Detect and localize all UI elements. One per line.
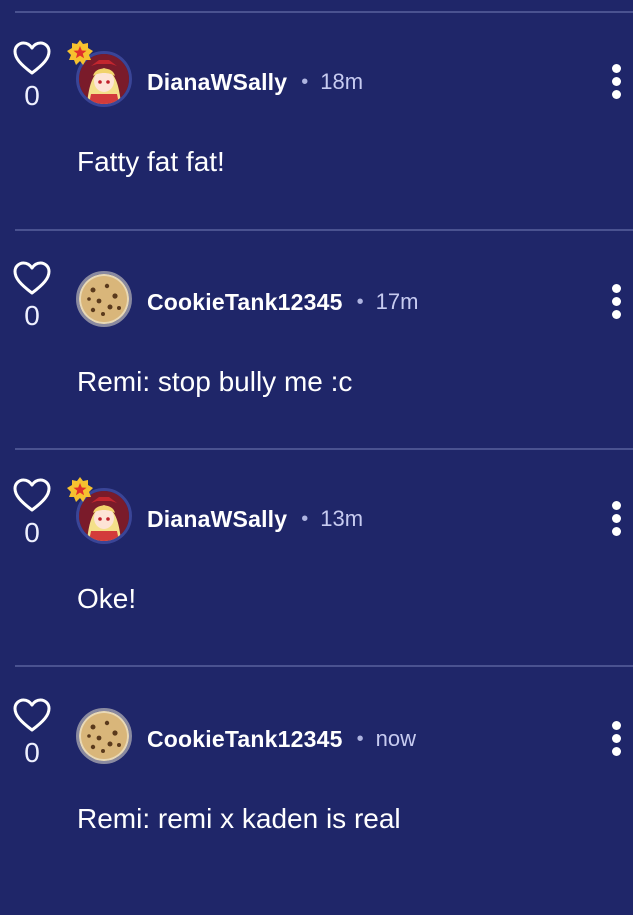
comment-item: 0 DianaWSally • 13m Oke! [0,477,633,695]
heart-icon[interactable] [12,40,52,76]
like-control[interactable]: 0 [12,260,52,336]
avatar[interactable] [76,271,132,327]
avatar[interactable] [76,708,132,764]
star-badge-icon [67,477,93,502]
comment-meta: DianaWSally • 18m [147,68,363,96]
comment-meta: CookieTank12345 • now [147,725,416,753]
like-control[interactable]: 0 [12,477,52,553]
comment-text: Remi: remi x kaden is real [77,803,401,834]
heart-icon[interactable] [12,697,52,733]
comment-text: Remi: stop bully me :c [77,366,353,397]
separator-dot: • [301,507,309,530]
comment-text: Oke! [77,583,137,614]
separator-dot: • [356,290,364,313]
star-badge-icon [67,40,93,65]
username[interactable]: DianaWSally [147,506,287,533]
more-options-icon[interactable] [609,284,623,322]
username[interactable]: CookieTank12345 [147,289,343,316]
timestamp: 17m [375,289,419,314]
comment-item: 0 CookieTank12345 • now Remi: remi x kad… [0,697,633,915]
username[interactable]: CookieTank12345 [147,726,343,753]
comment-meta: DianaWSally • 13m [147,505,363,533]
like-count: 0 [24,300,40,331]
divider [15,448,633,450]
avatar[interactable] [67,477,132,544]
avatar[interactable] [67,40,132,107]
comment-item: 0 CookieTank12345 • 17m Remi: stop bully… [0,260,633,478]
separator-dot: • [356,727,364,750]
divider [15,229,633,231]
comment-text: Fatty fat fat! [77,146,225,177]
cookie-avatar-icon [79,274,129,324]
like-count: 0 [24,80,40,111]
heart-icon[interactable] [12,260,52,296]
divider [15,665,633,667]
like-control[interactable]: 0 [12,40,52,116]
heart-icon[interactable] [12,477,52,513]
more-options-icon[interactable] [609,721,623,759]
username[interactable]: DianaWSally [147,69,287,96]
like-count: 0 [24,737,40,768]
timestamp: 13m [320,506,364,531]
comment-item: 0 DianaWSally • 18m Fatty fat fat! [0,40,633,258]
timestamp: 18m [320,69,364,94]
more-options-icon[interactable] [609,501,623,539]
comment-meta: CookieTank12345 • 17m [147,288,418,316]
more-options-icon[interactable] [609,64,623,102]
like-control[interactable]: 0 [12,697,52,773]
divider-top [15,11,633,13]
separator-dot: • [301,70,309,93]
timestamp: now [375,726,416,751]
cookie-avatar-icon [79,711,129,761]
like-count: 0 [24,517,40,548]
